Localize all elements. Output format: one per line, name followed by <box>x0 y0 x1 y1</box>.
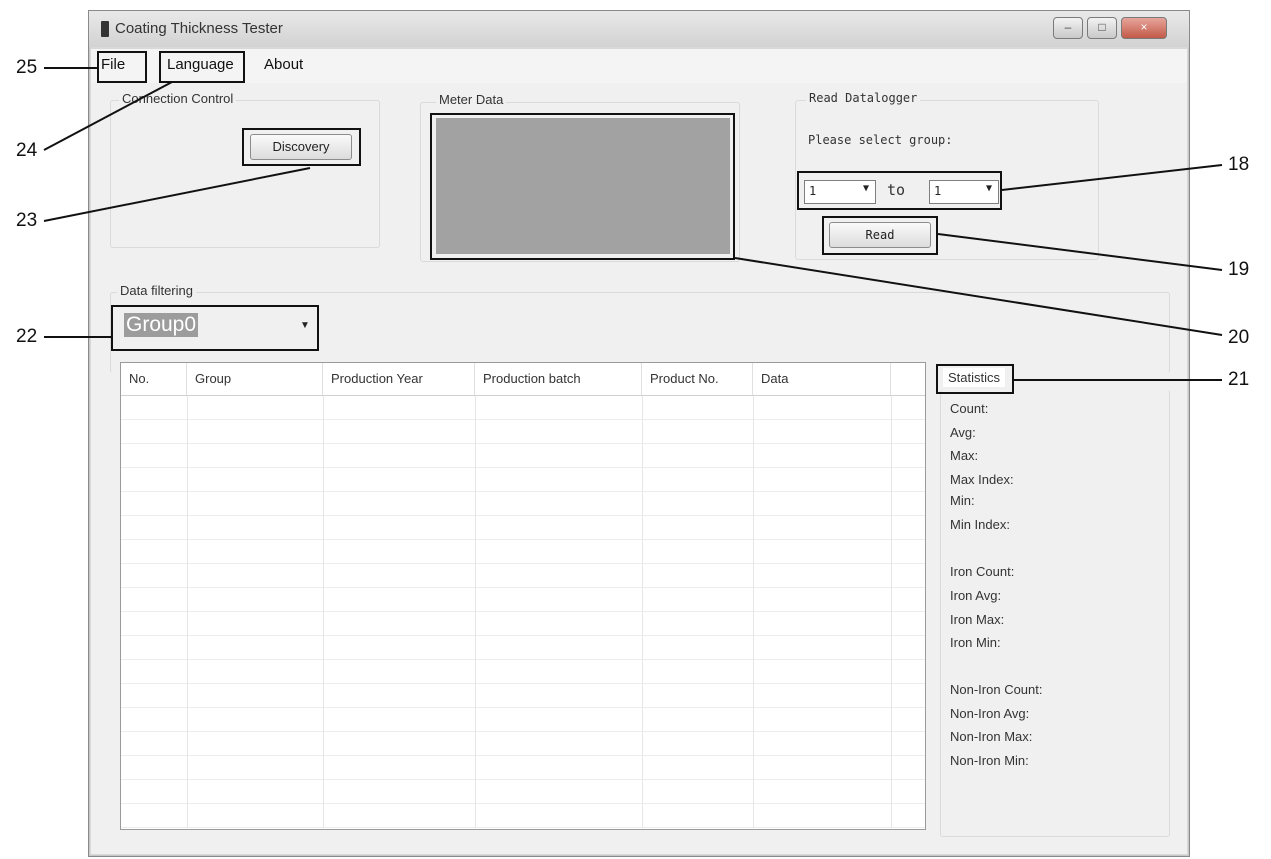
callout-number-22: 22 <box>16 326 38 347</box>
callout-number-20: 20 <box>1228 327 1250 348</box>
callout-number-24: 24 <box>16 140 38 161</box>
callout-number-25: 25 <box>16 57 38 78</box>
callout-number-21: 21 <box>1228 369 1250 390</box>
callout-number-23: 23 <box>16 210 38 231</box>
callout-number-18: 18 <box>1228 154 1250 175</box>
leader-line-24 <box>43 81 173 151</box>
callout-number-19: 19 <box>1228 259 1250 280</box>
leader-line-19 <box>937 233 1223 271</box>
leader-line-20 <box>734 257 1223 336</box>
leader-line-18 <box>1001 164 1223 191</box>
leader-line-23 <box>43 167 311 222</box>
callout-leader-lines <box>43 67 1223 381</box>
